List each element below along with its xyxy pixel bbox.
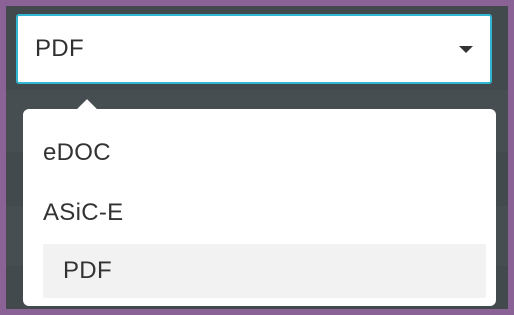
option-label: eDOC	[43, 139, 111, 166]
option-label: ASiC-E	[43, 199, 124, 226]
format-select[interactable]: PDF	[16, 14, 492, 84]
option-asic-e[interactable]: ASiC-E	[43, 186, 486, 240]
format-select-value: PDF	[35, 35, 84, 62]
option-edoc[interactable]: eDOC	[43, 126, 486, 180]
format-dropdown-menu: eDOC ASiC-E PDF	[23, 109, 496, 306]
app-background: PDF eDOC ASiC-E PDF	[6, 6, 508, 309]
option-pdf[interactable]: PDF	[43, 244, 486, 298]
option-label: PDF	[63, 257, 112, 284]
caret-down-icon	[459, 46, 473, 53]
